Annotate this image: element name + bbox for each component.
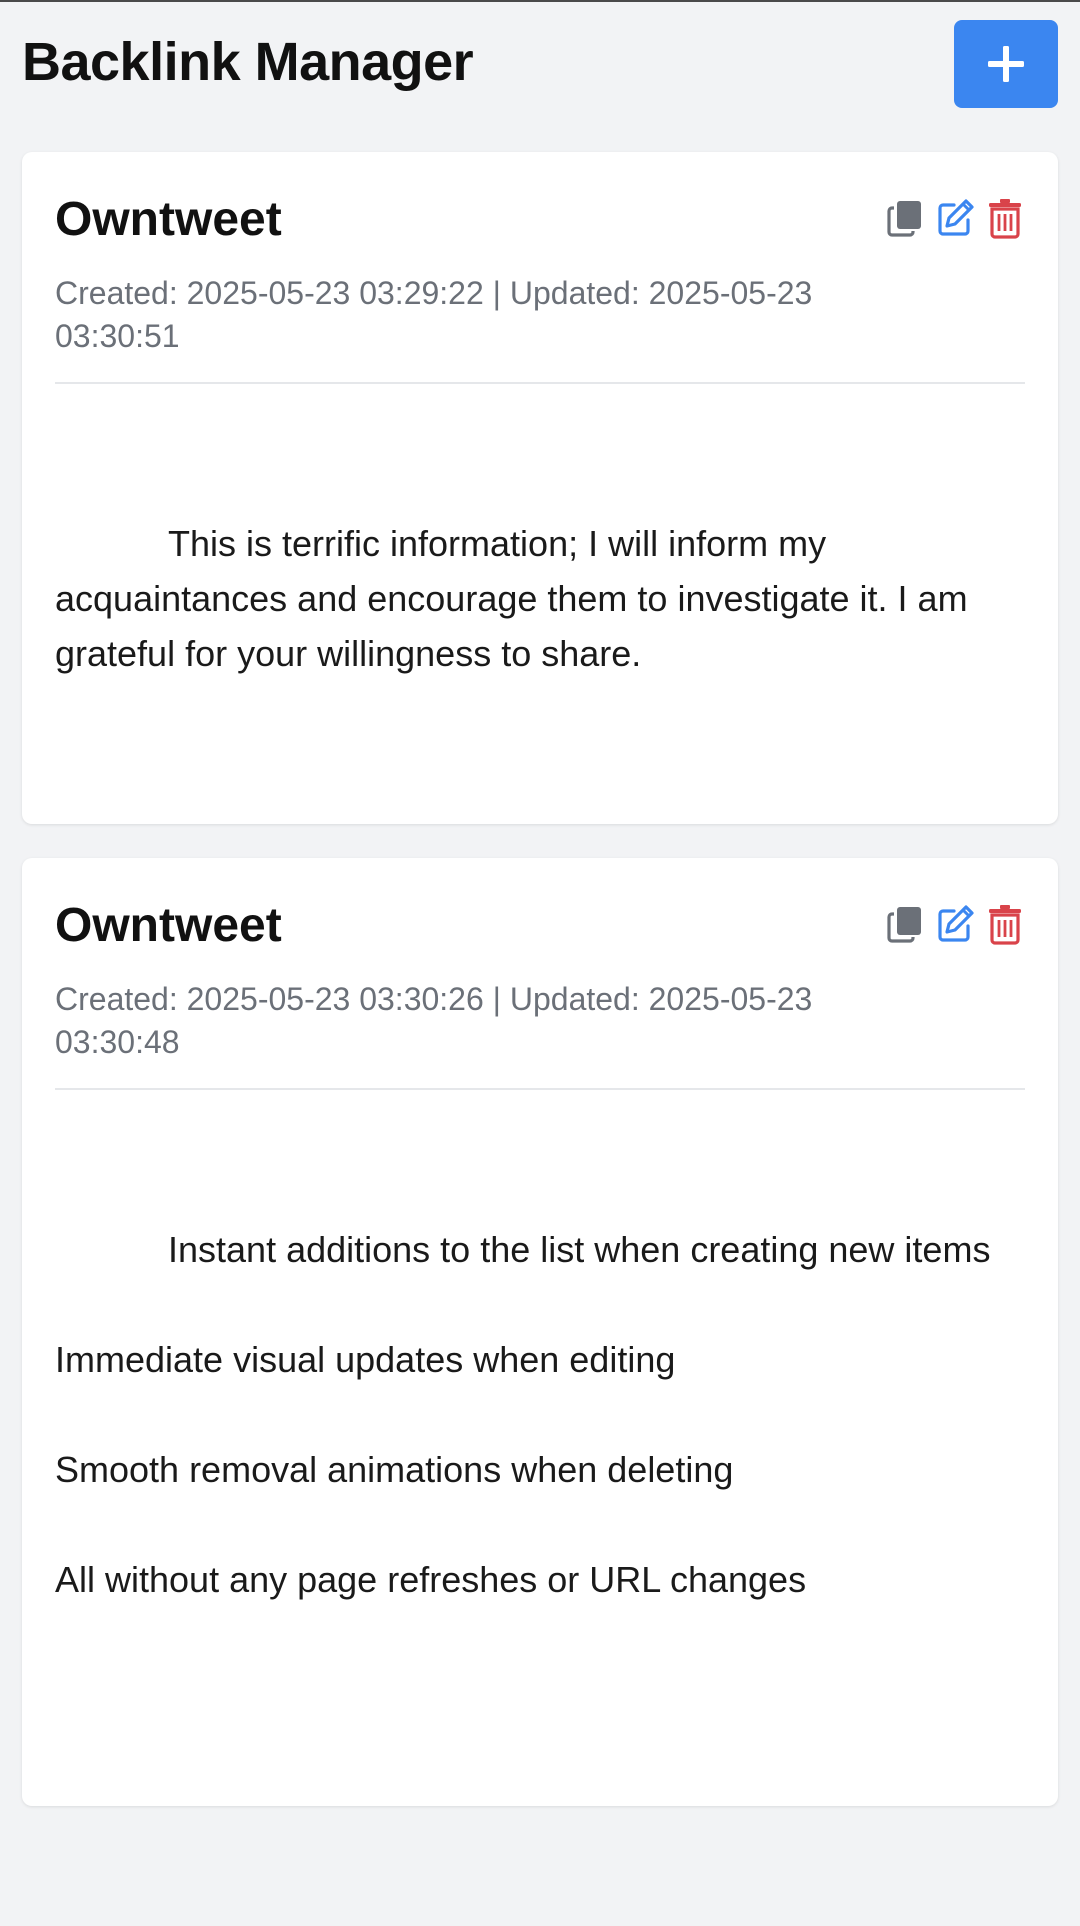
copy-button[interactable] [884, 902, 926, 946]
page-title: Backlink Manager [22, 32, 474, 92]
content-paragraph: This is terrific information; I will inf… [55, 523, 968, 674]
card-actions [884, 902, 1026, 946]
card-timestamps: Created: 2025-05-23 03:29:22 | Updated: … [55, 275, 813, 354]
card-title: Owntweet [55, 193, 282, 246]
content-paragraph: Smooth removal animations when deleting [55, 1449, 734, 1490]
card-content: This is terrific information; I will inf… [55, 516, 1028, 681]
plus-icon [988, 46, 1024, 82]
card-divider [55, 382, 1025, 384]
content-paragraph: All without any page refreshes or URL ch… [55, 1559, 807, 1600]
backlink-card: Owntweet Created: 202 [22, 152, 1058, 824]
content-paragraph: Instant additions to the list when creat… [168, 1229, 991, 1270]
copy-button[interactable] [884, 196, 926, 240]
trash-icon [989, 199, 1021, 239]
edit-button[interactable] [934, 196, 976, 240]
copy-icon [887, 907, 921, 943]
card-timestamps: Created: 2025-05-23 03:30:26 | Updated: … [55, 981, 813, 1060]
edit-icon [938, 199, 974, 236]
delete-button[interactable] [984, 902, 1026, 946]
card-title: Owntweet [55, 899, 282, 952]
app-header: Backlink Manager [0, 0, 1080, 130]
trash-icon [989, 905, 1021, 945]
card-divider [55, 1088, 1025, 1090]
content-paragraph: Immediate visual updates when editing [55, 1339, 676, 1380]
edit-icon [938, 905, 974, 942]
card-content: Instant additions to the list when creat… [55, 1222, 1028, 1607]
delete-button[interactable] [984, 196, 1026, 240]
copy-icon [887, 201, 921, 237]
add-backlink-button[interactable] [954, 20, 1058, 108]
backlink-card: Owntweet Created: 202 [22, 858, 1058, 1806]
edit-button[interactable] [934, 902, 976, 946]
card-actions [884, 196, 1026, 240]
